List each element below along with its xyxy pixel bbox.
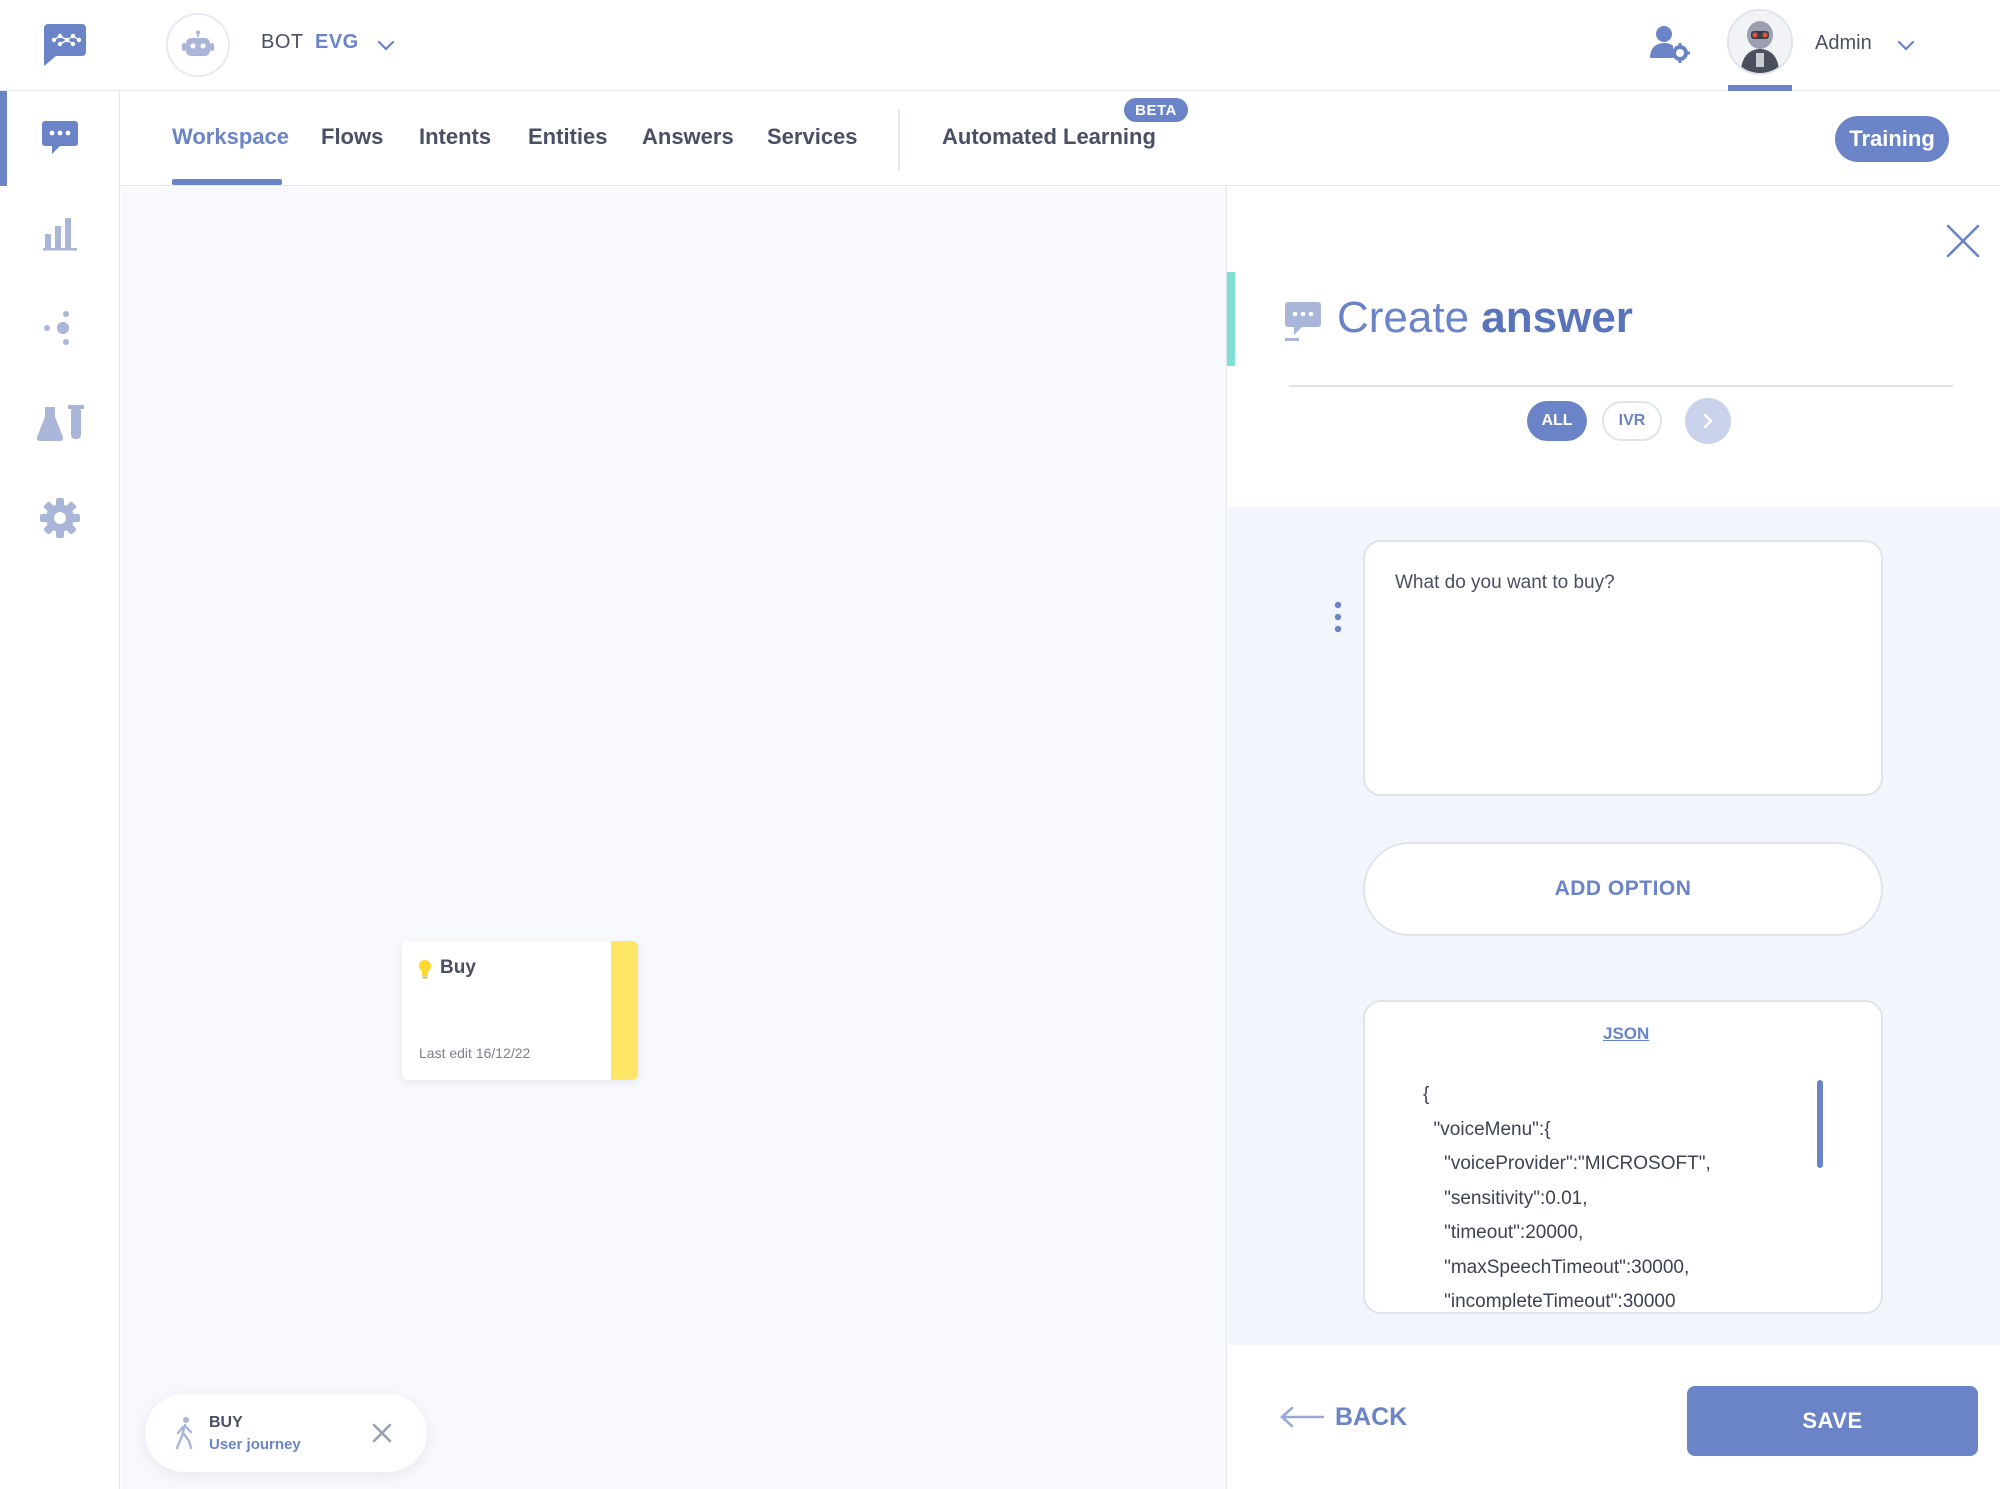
- json-tab[interactable]: JSON: [1603, 1024, 1649, 1044]
- bot-prefix-label: BOT: [261, 31, 304, 53]
- chevron-down-icon[interactable]: [375, 34, 397, 56]
- tab-answers[interactable]: Answers: [642, 124, 734, 150]
- node-color-stripe: [611, 941, 638, 1080]
- json-scrollbar[interactable]: [1817, 1080, 1823, 1168]
- sidebar-item-settings[interactable]: [0, 473, 120, 563]
- lab-icon: [36, 405, 84, 442]
- app-logo-icon[interactable]: [38, 20, 88, 70]
- create-answer-panel: Create answer ALL IVR What do you want t…: [1226, 187, 2000, 1489]
- tab-flows[interactable]: Flows: [321, 124, 383, 150]
- tab-automated-learning[interactable]: Automated Learning: [942, 124, 1156, 150]
- nav-divider: [898, 109, 900, 171]
- panel-title: Create answer: [1337, 293, 1633, 342]
- training-button[interactable]: Training: [1835, 116, 1949, 162]
- answer-editor: What do you want to buy? ADD OPTION JSON…: [1228, 507, 2000, 1345]
- close-icon[interactable]: [1945, 223, 1981, 259]
- tab-workspace[interactable]: Workspace: [172, 124, 289, 150]
- chat-icon: [42, 121, 78, 154]
- title-divider: [1289, 385, 1953, 387]
- journey-subtitle: User journey: [209, 1436, 301, 1453]
- admin-avatar[interactable]: [1727, 9, 1793, 75]
- bot-avatar[interactable]: [166, 13, 230, 77]
- close-icon[interactable]: [369, 1420, 395, 1446]
- nodes-icon: [44, 311, 69, 345]
- workspace-canvas[interactable]: Buy Last edit 16/12/22: [121, 187, 1226, 1489]
- json-code[interactable]: { "voiceMenu":{ "voiceProvider":"MICROSO…: [1423, 1078, 1823, 1310]
- channel-chip-all[interactable]: ALL: [1527, 401, 1587, 441]
- json-editor[interactable]: JSON { "voiceMenu":{ "voiceProvider":"MI…: [1363, 1000, 1883, 1314]
- panel-accent-bar: [1227, 272, 1235, 366]
- channel-chip-ivr[interactable]: IVR: [1602, 401, 1662, 441]
- avatar-robot-icon: [1729, 11, 1791, 73]
- more-options-icon[interactable]: [1332, 599, 1344, 635]
- top-bar: BOT EVG Admin: [0, 0, 2000, 91]
- left-sidebar: [0, 91, 120, 1489]
- sidebar-item-analytics[interactable]: [0, 188, 120, 278]
- chevron-right-icon: [1703, 413, 1713, 429]
- sidebar-item-testing[interactable]: [0, 378, 120, 468]
- tab-services[interactable]: Services: [767, 124, 858, 150]
- bot-name[interactable]: EVG: [315, 31, 359, 54]
- chat-answer-icon: [1285, 302, 1321, 341]
- sidebar-item-conversations[interactable]: [0, 93, 120, 183]
- chevron-down-icon[interactable]: [1895, 34, 1917, 56]
- answer-text-field[interactable]: What do you want to buy?: [1363, 540, 1883, 796]
- sidebar-item-connections[interactable]: [0, 283, 120, 373]
- user-settings-icon[interactable]: [1648, 22, 1690, 64]
- main-nav: Workspace Flows Intents Entities Answers…: [120, 91, 2000, 186]
- add-option-button[interactable]: ADD OPTION: [1363, 842, 1883, 936]
- bar-chart-icon: [43, 218, 77, 251]
- arrow-left-icon: [1280, 1406, 1325, 1428]
- node-last-edit: Last edit 16/12/22: [419, 1045, 531, 1061]
- user-journey-chip[interactable]: BUY User journey: [145, 1394, 427, 1472]
- answer-text[interactable]: What do you want to buy?: [1395, 572, 1615, 594]
- flow-node-buy[interactable]: Buy Last edit 16/12/22: [402, 941, 638, 1080]
- journey-title: BUY: [209, 1414, 243, 1431]
- tab-active-indicator: [172, 179, 282, 185]
- gear-icon: [40, 498, 80, 538]
- back-label: BACK: [1335, 1402, 1408, 1431]
- node-title: Buy: [440, 957, 476, 978]
- channel-next-button[interactable]: [1685, 398, 1731, 444]
- tab-intents[interactable]: Intents: [419, 124, 491, 150]
- save-button[interactable]: SAVE: [1687, 1386, 1978, 1456]
- robot-icon: [182, 30, 214, 56]
- walking-person-icon: [175, 1417, 193, 1450]
- beta-badge: BETA: [1124, 98, 1188, 122]
- back-button[interactable]: BACK: [1279, 1397, 1407, 1437]
- tab-entities[interactable]: Entities: [528, 124, 607, 150]
- user-name[interactable]: Admin: [1815, 32, 1872, 55]
- lightbulb-icon: [419, 960, 431, 979]
